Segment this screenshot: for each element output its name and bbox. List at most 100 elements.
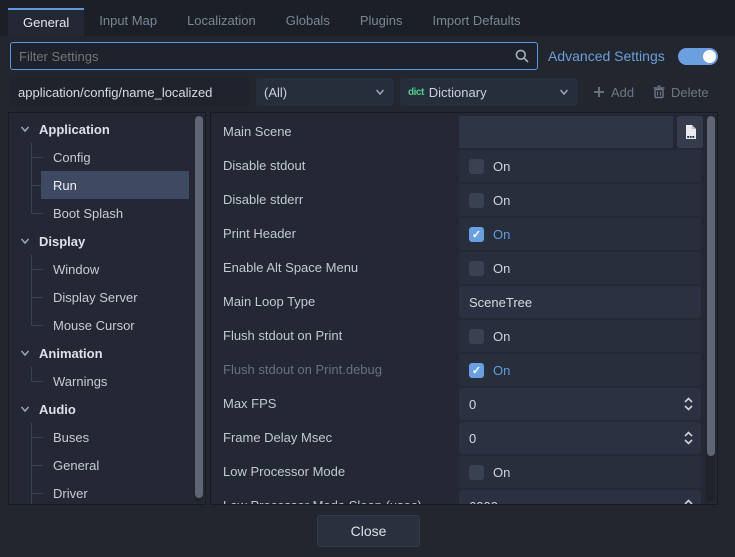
checkbox-checked[interactable]: ✓ [469,227,484,242]
main-scrollbar-thumb[interactable] [707,116,715,456]
sidebar-item-boot-splash[interactable]: Boot Splash [9,199,191,227]
file-picker-button[interactable] [677,116,703,148]
checkbox-label: On [493,227,510,242]
property-row-main-scene: Main Scene [211,115,705,149]
property-row-low-processor-mode: Low Processor Mode On [211,455,705,489]
sidebar-item-label: General [53,458,99,473]
chevron-down-icon [19,123,31,135]
property-row-flush-stdout-on-print: Flush stdout on Print On [211,319,705,353]
sidebar-item-label: Display [39,234,85,249]
main-scene-input[interactable] [459,116,673,148]
property-row-disable-stderr: Disable stderr On [211,183,705,217]
sidebar-item-label: Application [39,122,110,137]
checkbox-label: On [493,193,510,208]
search-icon [514,48,530,64]
feature-filter-dropdown[interactable]: (All) [256,78,394,106]
add-button[interactable]: Add [592,78,634,106]
property-label: Low Processor Mode [223,455,345,489]
chevron-down-icon [19,235,31,247]
sidebar-item-animation[interactable]: Animation [9,339,191,367]
checkbox-label: On [493,363,510,378]
project-settings-dialog: General Input Map Localization Globals P… [0,0,735,557]
sidebar-item-warnings[interactable]: Warnings [9,367,191,395]
close-button[interactable]: Close [317,515,420,547]
main-scrollbar-track[interactable] [706,115,715,502]
property-row-main-loop-type: Main Loop Type SceneTree [211,285,705,319]
checkbox-unchecked[interactable] [469,329,484,344]
type-dropdown[interactable]: dict Dictionary [400,78,578,106]
plus-icon [592,85,606,99]
value-text: 0 [469,397,476,412]
sidebar-item-mouse-cursor[interactable]: Mouse Cursor [9,311,191,339]
property-row-disable-stdout: Disable stdout On [211,149,705,183]
tab-bar: General Input Map Localization Globals P… [0,0,735,36]
settings-category-tree: Application Config Run Boot Splash Displ… [8,112,206,505]
tab-plugins[interactable]: Plugins [345,8,418,36]
max-fps-spinbox[interactable]: 0 [459,388,701,420]
advanced-settings-toggle[interactable] [678,48,718,65]
property-label: Disable stdout [223,149,305,183]
tab-globals[interactable]: Globals [271,8,345,36]
property-path-input[interactable] [10,78,250,106]
chevron-down-icon [19,347,31,359]
dialog-content: Advanced Settings (All) dict Dictionary [0,36,735,557]
sidebar-item-display-server[interactable]: Display Server [9,283,191,311]
property-label: Disable stderr [223,183,303,217]
checkbox-checked[interactable]: ✓ [469,363,484,378]
checkbox-label: On [493,329,510,344]
sidebar-scrollbar-thumb[interactable] [195,116,203,498]
value-text: SceneTree [469,295,532,310]
property-row-low-processor-mode-sleep: Low Processor Mode Sleep (usec) 6000 [211,489,705,505]
sidebar-item-label: Boot Splash [53,206,123,221]
checkbox-unchecked[interactable] [469,193,484,208]
checkbox-unchecked[interactable] [469,261,484,276]
sidebar-item-display[interactable]: Display [9,227,191,255]
spinner-updown-icon[interactable] [682,497,695,505]
checkbox-unchecked[interactable] [469,465,484,480]
spinner-updown-icon[interactable] [682,429,695,447]
value-text: 6000 [469,499,498,506]
chevron-down-icon [558,86,570,98]
spinner-updown-icon[interactable] [682,395,695,413]
property-row-max-fps: Max FPS 0 [211,387,705,421]
property-label: Flush stdout on Print [223,319,342,353]
sidebar-item-label: Run [53,178,77,193]
property-row-enable-alt-space-menu: Enable Alt Space Menu On [211,251,705,285]
sidebar-item-label: Display Server [53,290,138,305]
add-label: Add [611,85,634,100]
property-label: Enable Alt Space Menu [223,251,358,285]
chevron-down-icon [19,403,31,415]
tab-localization[interactable]: Localization [172,8,271,36]
sidebar-item-application[interactable]: Application [9,115,191,143]
tab-import-defaults[interactable]: Import Defaults [417,8,535,36]
property-row-frame-delay-msec: Frame Delay Msec 0 [211,421,705,455]
advanced-settings-label: Advanced Settings [548,42,665,70]
sidebar-item-label: Animation [39,346,103,361]
sidebar-item-label: Window [53,262,99,277]
property-bar: (All) dict Dictionary Add [0,78,735,106]
tab-input-map[interactable]: Input Map [84,8,172,36]
sidebar-scrollbar-track[interactable] [194,115,203,502]
sidebar-item-config[interactable]: Config [9,143,191,171]
checkbox-label: On [493,465,510,480]
property-row-flush-stdout-on-print-debug: Flush stdout on Print.debug ✓ On [211,353,705,387]
sidebar-item-run[interactable]: Run [9,171,191,199]
sidebar-item-label: Mouse Cursor [53,318,135,333]
sidebar-item-buses[interactable]: Buses [9,423,191,451]
delete-button[interactable]: Delete [652,78,709,106]
toggle-knob [703,50,716,63]
frame-delay-spinbox[interactable]: 0 [459,422,701,454]
sidebar-item-driver[interactable]: Driver [9,479,191,505]
tab-general[interactable]: General [8,8,84,36]
sidebar-item-label: Warnings [53,374,107,389]
sidebar-item-audio[interactable]: Audio [9,395,191,423]
sidebar-item-general[interactable]: General [9,451,191,479]
sidebar-item-window[interactable]: Window [9,255,191,283]
delete-label: Delete [671,85,709,100]
property-row-print-header: Print Header ✓ On [211,217,705,251]
checkbox-unchecked[interactable] [469,159,484,174]
low-processor-sleep-spinbox[interactable]: 6000 [459,490,701,505]
main-loop-type-input[interactable]: SceneTree [459,286,701,318]
settings-properties-panel: Main Scene Disable stdout [210,112,718,505]
filter-settings-input[interactable] [11,49,514,64]
